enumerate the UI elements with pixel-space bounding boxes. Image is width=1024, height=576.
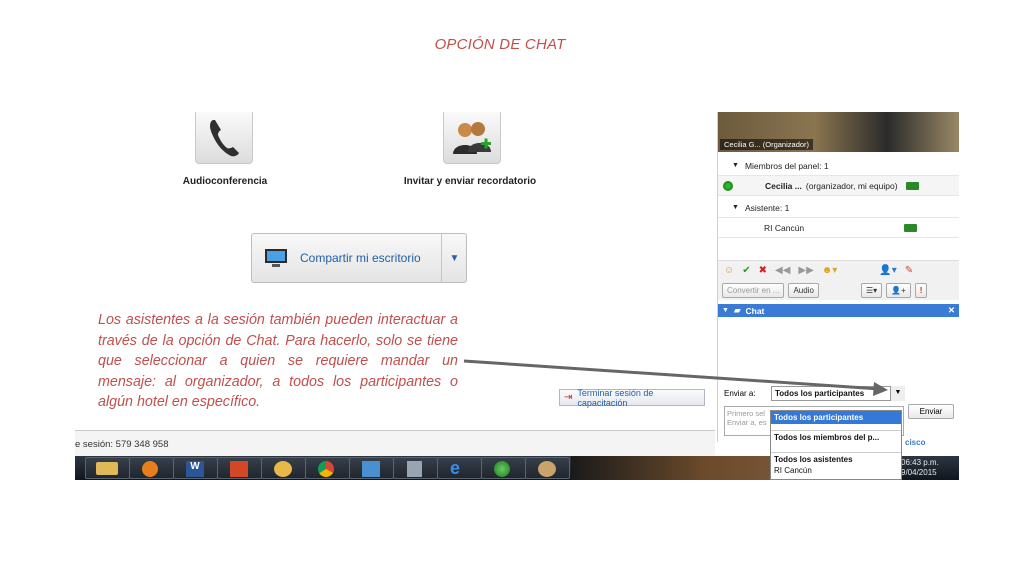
audioconference-label: Audioconferencia bbox=[182, 176, 268, 187]
pencil-icon[interactable]: ✎ bbox=[905, 265, 913, 276]
chrome-taskbar-icon[interactable] bbox=[305, 457, 350, 479]
option-attendee[interactable]: RI Cancún bbox=[771, 466, 901, 477]
share-options-dropdown[interactable]: ▼ bbox=[441, 233, 467, 283]
word-taskbar-icon[interactable]: W bbox=[173, 457, 218, 479]
share-desktop-button[interactable]: Compartir mi escritorio bbox=[251, 233, 467, 283]
invite-button[interactable] bbox=[443, 112, 501, 164]
convert-button[interactable]: Convertir en ... bbox=[722, 282, 785, 298]
panel-toolbar-2: Convertir en ... Audio ☰▾ 👤+ ! bbox=[718, 280, 959, 300]
chat-bubble-icon: ▰ bbox=[733, 305, 741, 315]
invite-label: Invitar y enviar recordatorio bbox=[403, 176, 537, 187]
participants-panel: Cecilia G... (Organizador) ▼ Miembros de… bbox=[717, 112, 959, 442]
panel-toolbar: ☺ ✔ ✖ ◀◀ ▶▶ ☻▾ 👤▾ ✎ bbox=[718, 260, 959, 280]
calculator-taskbar-icon[interactable] bbox=[393, 457, 438, 479]
panel-member-row[interactable]: Cecilia ... (organizador, mi equipo) bbox=[718, 176, 959, 196]
system-tray: 06:43 p.m. 9/04/2015 bbox=[901, 456, 959, 480]
option-all-participants[interactable]: Todos los participantes bbox=[771, 411, 901, 424]
monitor-icon bbox=[265, 249, 287, 267]
phone-icon bbox=[210, 119, 239, 156]
slide-title: OPCIÓN DE CHAT bbox=[434, 36, 566, 53]
send-to-select[interactable]: Todos los participantes bbox=[771, 386, 905, 401]
send-button[interactable]: Enviar bbox=[908, 404, 954, 419]
chat-header[interactable]: ▼ ▰ Chat ✕ bbox=[718, 304, 959, 317]
share-desktop-label: Compartir mi escritorio bbox=[300, 251, 421, 265]
session-number-text: e sesión: 579 348 958 bbox=[75, 439, 169, 450]
chevron-down-icon: ▼ bbox=[449, 252, 460, 264]
webex-screenshot: Audioconferencia Invitar y enviar record… bbox=[75, 112, 959, 480]
alert-icon[interactable]: ! bbox=[914, 282, 928, 298]
clock-time: 06:43 p.m. bbox=[901, 458, 939, 467]
status-globe-icon bbox=[723, 180, 733, 191]
list-view-icon[interactable]: ☰▾ bbox=[860, 282, 883, 298]
panel-members-header[interactable]: ▼ Miembros del panel: 1 bbox=[718, 156, 959, 176]
forward-icon[interactable]: ▶▶ bbox=[798, 265, 813, 276]
exit-icon: ⇥ bbox=[564, 392, 573, 403]
end-session-label: Terminar sesión de capacitación bbox=[577, 387, 654, 408]
audio-button[interactable]: Audio bbox=[788, 282, 819, 298]
attendee-row[interactable]: RI Cancún bbox=[718, 218, 959, 238]
slide-caption: Los asistentes a la sesión también puede… bbox=[98, 312, 458, 410]
collapse-icon: ▼ bbox=[732, 204, 739, 211]
explorer-taskbar-icon[interactable] bbox=[85, 457, 130, 479]
attendees-header[interactable]: ▼ Asistente: 1 bbox=[718, 198, 959, 218]
cisco-logo: cisco bbox=[905, 438, 926, 447]
collapse-icon: ▼ bbox=[732, 162, 739, 169]
send-to-options-list: Todos los participantes Todos los miembr… bbox=[770, 410, 902, 480]
send-to-label: Enviar a: bbox=[724, 389, 756, 398]
outlook-taskbar-icon[interactable] bbox=[261, 457, 306, 479]
video-label: Cecilia G... (Organizador) bbox=[720, 139, 814, 150]
check-icon[interactable]: ✔ bbox=[742, 265, 750, 276]
video-camera-icon bbox=[904, 223, 917, 232]
session-number-bar: e sesión: 579 348 958 bbox=[75, 430, 715, 458]
network-taskbar-icon[interactable] bbox=[349, 457, 394, 479]
rewind-icon[interactable]: ◀◀ bbox=[775, 265, 790, 276]
collapse-icon: ▼ bbox=[722, 307, 729, 314]
end-session-button[interactable]: ⇥ Terminar sesión de capacitación bbox=[559, 387, 705, 408]
audioconference-button[interactable] bbox=[195, 112, 253, 164]
option-all-attendees[interactable]: Todos los asistentes bbox=[771, 452, 901, 466]
chevron-down-icon[interactable]: ▼ bbox=[890, 386, 905, 401]
user-options-icon[interactable]: 👤▾ bbox=[879, 265, 896, 276]
add-users-icon bbox=[453, 121, 491, 154]
video-camera-icon bbox=[905, 181, 919, 190]
powerpoint-taskbar-icon[interactable] bbox=[217, 457, 262, 479]
emoticon-icon[interactable]: ☻▾ bbox=[822, 265, 838, 276]
webex-taskbar-icon[interactable] bbox=[481, 457, 526, 479]
raise-hand-icon[interactable]: ☺ bbox=[724, 265, 734, 276]
ie-taskbar-icon[interactable]: e bbox=[437, 457, 482, 479]
media-player-taskbar-icon[interactable] bbox=[129, 457, 174, 479]
x-icon[interactable]: ✖ bbox=[759, 265, 767, 276]
option-all-panel-members[interactable]: Todos los miembros del p... bbox=[771, 430, 901, 444]
clock-date: 9/04/2015 bbox=[901, 468, 937, 477]
paint-taskbar-icon[interactable] bbox=[525, 457, 570, 479]
add-participant-icon[interactable]: 👤+ bbox=[886, 282, 911, 298]
close-icon[interactable]: ✕ bbox=[948, 305, 955, 316]
